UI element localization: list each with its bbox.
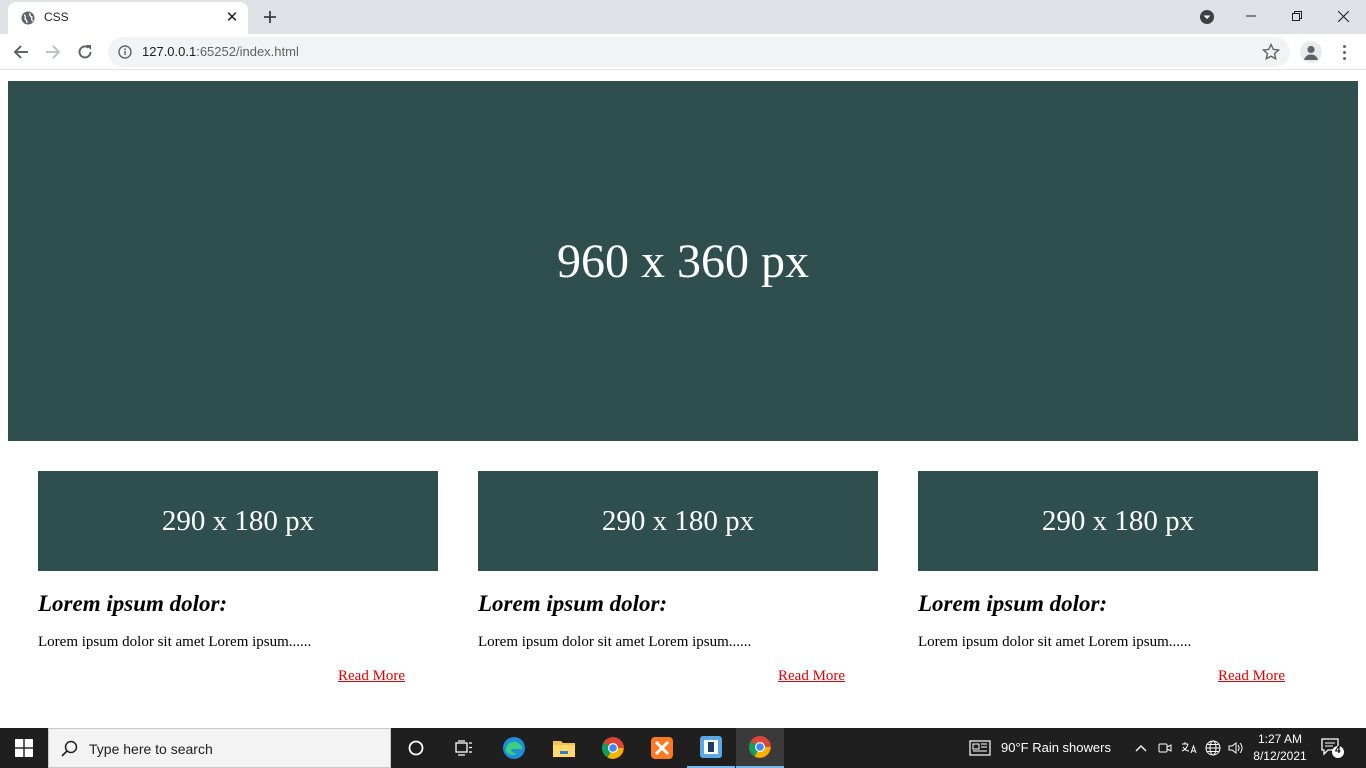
reload-button[interactable] bbox=[73, 40, 97, 64]
forward-button[interactable] bbox=[41, 40, 65, 64]
card-image-placeholder: 290 x 180 px bbox=[38, 471, 438, 571]
url-path: :65252/index.html bbox=[196, 44, 299, 59]
card-image-placeholder: 290 x 180 px bbox=[478, 471, 878, 571]
xampp-icon bbox=[651, 737, 673, 759]
card-image-placeholder: 290 x 180 px bbox=[918, 471, 1318, 571]
browser-menu-icon[interactable] bbox=[1334, 42, 1354, 62]
bookmark-star-icon[interactable] bbox=[1262, 43, 1280, 61]
taskbar-edge-button[interactable] bbox=[490, 728, 538, 768]
browser-toolbar: 127.0.0.1:65252/index.html bbox=[0, 34, 1366, 70]
close-window-button[interactable] bbox=[1320, 0, 1366, 32]
read-more-link[interactable]: Read More bbox=[778, 667, 878, 685]
tab-strip: CSS ✕ bbox=[0, 0, 1366, 34]
news-weather-icon[interactable] bbox=[968, 739, 992, 757]
taskbar-search-input[interactable]: Type here to search bbox=[48, 728, 391, 768]
taskbar-editor-button[interactable] bbox=[687, 728, 735, 768]
globe-icon bbox=[21, 11, 35, 25]
network-globe-icon[interactable] bbox=[1204, 739, 1222, 757]
notification-icon bbox=[1321, 738, 1344, 758]
read-more-link[interactable]: Read More bbox=[1218, 667, 1318, 685]
clock-date: 8/12/2021 bbox=[1253, 749, 1307, 763]
search-placeholder: Type here to search bbox=[89, 741, 213, 757]
card-heading: Lorem ipsum dolor: bbox=[918, 591, 1108, 616]
hero-text: 960 x 360 px bbox=[557, 234, 809, 288]
restore-button[interactable] bbox=[1274, 0, 1320, 32]
tab-close-icon[interactable]: ✕ bbox=[224, 9, 240, 26]
card-image-text: 290 x 180 px bbox=[601, 504, 755, 537]
minimize-button[interactable] bbox=[1228, 0, 1274, 32]
cortana-circle-icon bbox=[408, 740, 424, 756]
new-tab-button[interactable] bbox=[258, 5, 282, 29]
minimize-icon bbox=[1246, 15, 1256, 17]
card-image-text: 290 x 180 px bbox=[1041, 504, 1195, 537]
arrow-right-icon bbox=[46, 45, 61, 59]
address-bar[interactable]: 127.0.0.1:65252/index.html bbox=[108, 37, 1290, 67]
chrome-icon bbox=[602, 737, 624, 759]
chrome-icon bbox=[749, 736, 771, 758]
notification-count: 4 bbox=[1335, 745, 1341, 756]
task-view-button[interactable] bbox=[440, 728, 488, 768]
url-text: 127.0.0.1:65252/index.html bbox=[142, 44, 299, 59]
taskbar-xampp-button[interactable] bbox=[638, 728, 686, 768]
plus-icon bbox=[264, 11, 276, 23]
card: 290 x 180 px Lorem ipsum dolor: Lorem ip… bbox=[918, 471, 1318, 685]
tab-search-icon[interactable] bbox=[1198, 8, 1216, 26]
input-method-icon[interactable] bbox=[1180, 739, 1198, 757]
page-viewport: 960 x 360 px 290 x 180 px Lorem ipsum do… bbox=[0, 71, 1366, 728]
newspaper-icon bbox=[969, 740, 991, 756]
card: 290 x 180 px Lorem ipsum dolor: Lorem ip… bbox=[478, 471, 878, 685]
task-view-icon bbox=[455, 740, 472, 756]
tab-title: CSS bbox=[44, 10, 69, 24]
taskbar-file-explorer-button[interactable] bbox=[540, 728, 588, 768]
person-icon bbox=[1304, 45, 1318, 60]
profile-avatar-icon[interactable] bbox=[1300, 41, 1322, 63]
edge-icon bbox=[503, 737, 525, 759]
card-body: Lorem ipsum dolor sit amet Lorem ipsum..… bbox=[918, 634, 1192, 650]
cortana-button[interactable] bbox=[392, 728, 440, 768]
clock-time: 1:27 AM bbox=[1257, 732, 1303, 746]
search-icon bbox=[61, 740, 78, 757]
start-button[interactable] bbox=[0, 728, 48, 768]
show-hidden-icons-chevron-icon[interactable] bbox=[1132, 739, 1150, 757]
back-button[interactable] bbox=[9, 40, 33, 64]
restore-icon bbox=[1292, 11, 1302, 21]
card-image-text: 290 x 180 px bbox=[161, 504, 315, 537]
card-body: Lorem ipsum dolor sit amet Lorem ipsum..… bbox=[478, 634, 752, 650]
system-clock[interactable]: 1:27 AM 8/12/2021 bbox=[1248, 731, 1312, 765]
card-body: Lorem ipsum dolor sit amet Lorem ipsum..… bbox=[38, 634, 312, 650]
reload-icon bbox=[78, 45, 92, 59]
windows-logo-icon bbox=[15, 739, 33, 757]
taskbar-chrome-active-button[interactable] bbox=[736, 728, 784, 768]
url-host: 127.0.0.1 bbox=[142, 44, 197, 59]
taskbar-chrome-button[interactable] bbox=[589, 728, 637, 768]
read-more-link[interactable]: Read More bbox=[338, 667, 438, 685]
browser-tab[interactable]: CSS ✕ bbox=[8, 2, 248, 34]
card: 290 x 180 px Lorem ipsum dolor: Lorem ip… bbox=[38, 471, 438, 685]
card-heading: Lorem ipsum dolor: bbox=[38, 591, 228, 616]
action-center-button[interactable]: 4 bbox=[1320, 737, 1346, 759]
info-icon[interactable] bbox=[118, 45, 132, 59]
editor-app-icon bbox=[700, 736, 722, 758]
arrow-left-icon bbox=[13, 45, 28, 59]
weather-text[interactable]: 90°F Rain showers bbox=[1001, 740, 1111, 755]
volume-icon[interactable] bbox=[1227, 739, 1245, 757]
taskbar: Type here to search 90°F Rain showers 1:… bbox=[0, 728, 1366, 768]
folder-icon bbox=[553, 741, 575, 757]
hero-placeholder: 960 x 360 px bbox=[8, 81, 1358, 441]
card-heading: Lorem ipsum dolor: bbox=[478, 591, 668, 616]
close-icon bbox=[1337, 10, 1349, 22]
meet-now-icon[interactable] bbox=[1156, 739, 1174, 757]
